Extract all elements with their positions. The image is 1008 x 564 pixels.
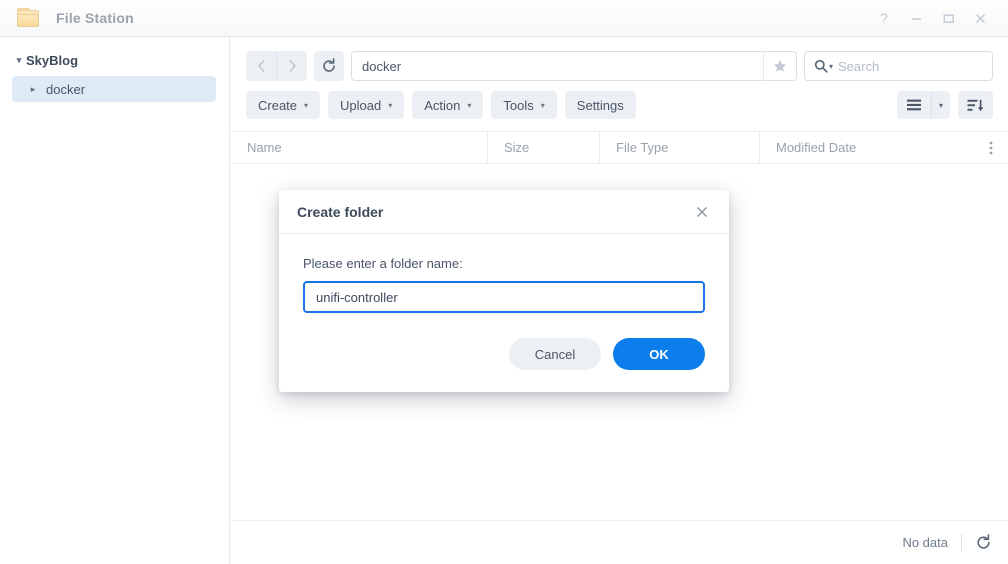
status-text: No data xyxy=(902,535,948,550)
refresh-icon xyxy=(323,58,335,72)
sort-descending-icon xyxy=(967,99,984,111)
folder-name-label: Please enter a folder name: xyxy=(303,256,463,271)
folder-name-input[interactable] xyxy=(303,281,705,313)
sort-button[interactable] xyxy=(958,91,993,119)
more-vertical-icon[interactable] xyxy=(973,140,1008,156)
search-icon xyxy=(814,59,828,73)
close-icon xyxy=(696,206,708,217)
path-field-wrapper xyxy=(351,51,797,81)
refresh-icon xyxy=(977,534,990,549)
create-button-label: Create xyxy=(258,97,298,113)
chevron-down-icon[interactable]: ▾ xyxy=(12,55,26,66)
dialog-header: Create folder xyxy=(279,190,729,234)
dialog-footer: Cancel OK xyxy=(279,313,729,392)
chevron-down-icon: ▾ xyxy=(938,100,943,110)
chevron-right-icon[interactable]: ▸ xyxy=(26,84,40,95)
close-button[interactable] xyxy=(964,3,996,33)
chevron-down-icon[interactable]: ▾ xyxy=(829,62,833,71)
window-titlebar: File Station ? xyxy=(0,0,1008,37)
star-icon xyxy=(774,60,786,72)
tools-button-label: Tools xyxy=(503,97,534,113)
column-header-modified-date[interactable]: Modified Date xyxy=(760,132,973,163)
path-input[interactable] xyxy=(352,58,763,74)
chevron-down-icon: ▾ xyxy=(388,100,393,110)
window-controls: ? xyxy=(868,3,996,33)
create-button[interactable]: Create ▾ xyxy=(246,91,321,119)
dialog-body: Please enter a folder name: xyxy=(279,234,729,313)
status-divider xyxy=(961,534,962,551)
reload-button[interactable] xyxy=(314,51,344,81)
sidebar-item-docker[interactable]: ▸ docker xyxy=(12,76,216,102)
dialog-close-button[interactable] xyxy=(689,199,715,225)
maximize-icon xyxy=(943,14,954,23)
view-controls: ▾ xyxy=(896,91,993,119)
search-box[interactable]: ▾ xyxy=(804,51,1008,81)
status-reload-button[interactable] xyxy=(975,534,992,551)
sidebar-item-label: SkyBlog xyxy=(26,53,79,68)
list-view-icon[interactable] xyxy=(897,91,931,119)
chevron-down-icon: ▾ xyxy=(467,100,472,110)
favorite-button[interactable] xyxy=(763,51,796,81)
cancel-button[interactable]: Cancel xyxy=(509,338,601,370)
history-buttons xyxy=(246,51,307,81)
app-title: File Station xyxy=(56,10,134,26)
maximize-button[interactable] xyxy=(932,3,964,33)
settings-button[interactable]: Settings xyxy=(564,91,636,119)
action-button[interactable]: Action ▾ xyxy=(412,91,484,119)
action-button-label: Action xyxy=(424,97,461,113)
question-mark-icon: ? xyxy=(880,10,888,26)
minimize-icon xyxy=(911,17,921,20)
chevron-right-icon xyxy=(288,59,296,73)
chevron-down-icon: ▾ xyxy=(540,100,545,110)
ok-button[interactable]: OK xyxy=(613,338,705,370)
file-table-header: Name Size File Type Modified Date xyxy=(231,131,1008,164)
view-mode-button[interactable]: ▾ xyxy=(896,91,950,119)
dialog-title: Create folder xyxy=(297,203,384,220)
upload-button[interactable]: Upload ▾ xyxy=(328,91,405,119)
minimize-button[interactable] xyxy=(900,3,932,33)
folder-icon xyxy=(16,7,42,29)
column-header-file-type[interactable]: File Type xyxy=(600,132,760,163)
sidebar: ▾ SkyBlog ▸ docker xyxy=(0,37,230,564)
toolbar: Create ▾ Upload ▾ Action ▾ Tools ▾ Setti… xyxy=(231,83,1008,119)
search-input[interactable] xyxy=(838,58,1008,74)
forward-button[interactable] xyxy=(276,51,307,81)
upload-button-label: Upload xyxy=(340,97,382,113)
sidebar-item-skyblog[interactable]: ▾ SkyBlog xyxy=(0,49,229,72)
settings-button-label: Settings xyxy=(576,97,624,113)
back-button[interactable] xyxy=(246,51,276,81)
status-bar: No data xyxy=(231,520,1008,564)
column-header-size[interactable]: Size xyxy=(488,132,600,163)
column-header-name[interactable]: Name xyxy=(231,132,488,163)
navigation-bar: ▾ xyxy=(231,37,1008,83)
tools-button[interactable]: Tools ▾ xyxy=(491,91,557,119)
create-folder-dialog: Create folder Please enter a folder name… xyxy=(279,190,729,392)
close-icon xyxy=(975,13,985,23)
chevron-down-icon: ▾ xyxy=(304,100,309,110)
sidebar-item-label: docker xyxy=(46,81,86,97)
chevron-left-icon xyxy=(257,59,265,73)
view-mode-dropdown[interactable]: ▾ xyxy=(930,91,950,119)
help-button[interactable]: ? xyxy=(868,3,900,33)
